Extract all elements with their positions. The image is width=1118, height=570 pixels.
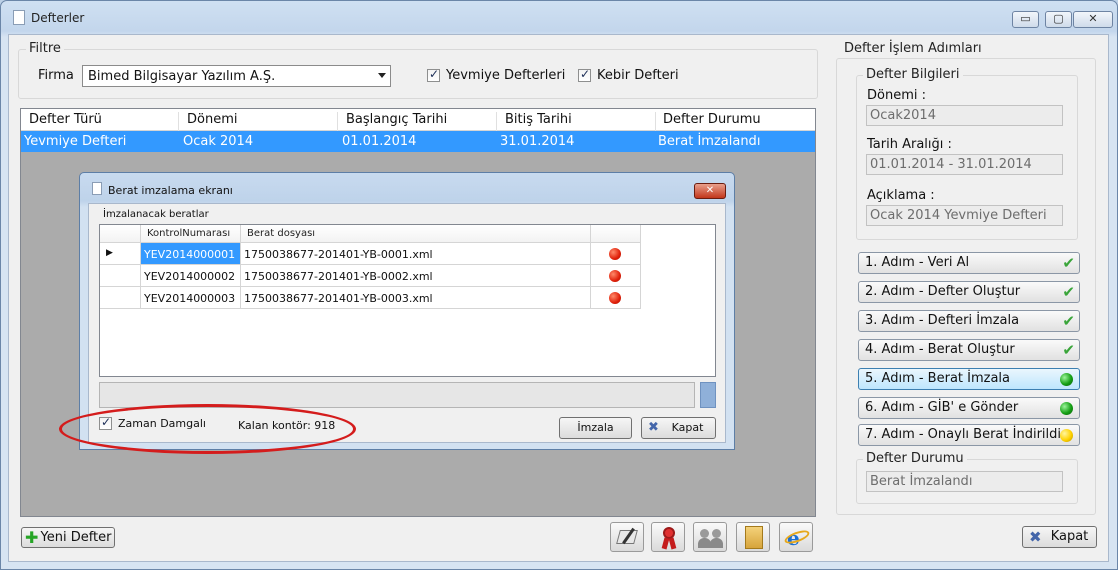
kebir-label: Kebir Defteri: [597, 68, 679, 83]
firma-select[interactable]: Bimed Bilgisayar Yazılım A.Ş.: [82, 65, 391, 87]
yevmiye-label: Yevmiye Defterleri: [446, 68, 566, 83]
steps-group-title: Defter İşlem Adımları: [841, 41, 985, 56]
ledger-sign-icon[interactable]: [610, 522, 644, 552]
file-cell[interactable]: 1750038677-201401-YB-0001.xml: [241, 243, 591, 265]
donemi-label: Dönemi :: [867, 88, 926, 103]
status-red-icon: [609, 292, 621, 304]
check-icon: ✔: [1062, 341, 1075, 359]
folder-icon[interactable]: [736, 522, 770, 552]
table-row[interactable]: Yevmiye Defteri Ocak 2014 01.01.2014 31.…: [21, 131, 815, 152]
table-cell: 01.01.2014: [342, 134, 417, 149]
check-icon: ✔: [1062, 312, 1075, 330]
minimize-button[interactable]: ▭: [1012, 11, 1039, 28]
step-7-button[interactable]: 7. Adım - Onaylı Berat İndirildi: [858, 424, 1080, 446]
window-icon: [13, 10, 25, 25]
close-x-icon: ✖: [1029, 528, 1042, 546]
dialog-close-label: Kapat: [671, 421, 704, 434]
status-red-icon: [609, 248, 621, 260]
plus-icon: ✚: [25, 528, 39, 547]
control-cell[interactable]: YEV2014000001: [141, 243, 241, 265]
green-status-icon: [1060, 402, 1073, 415]
tarih-label: Tarih Aralığı :: [867, 137, 952, 152]
sign-button[interactable]: İmzala: [559, 417, 632, 439]
step-5-button[interactable]: 5. Adım - Berat İmzala: [858, 368, 1080, 390]
col-header[interactable]: Başlangıç Tarihi: [346, 112, 447, 127]
users-icon[interactable]: [693, 522, 727, 552]
row-selector[interactable]: [100, 265, 141, 287]
grid-header: Defter Türü Dönemi Başlangıç Tarihi Biti…: [21, 109, 815, 134]
new-defter-button[interactable]: ✚ Yeni Defter: [21, 527, 115, 548]
step-6-button[interactable]: 6. Adım - GİB' e Gönder: [858, 397, 1080, 419]
table-cell: Berat İmzalandı: [658, 134, 761, 149]
durum-group-title: Defter Durumu: [863, 451, 967, 466]
firma-label: Firma: [38, 68, 74, 83]
chevron-down-icon: [378, 73, 386, 78]
status-cell: [591, 287, 641, 309]
status-cell: [591, 265, 641, 287]
table-cell: 31.01.2014: [500, 134, 575, 149]
col-header-status[interactable]: [591, 225, 641, 243]
step-3-button[interactable]: 3. Adım - Defteri İmzala ✔: [858, 310, 1080, 332]
dialog-close-action-button[interactable]: ✖ Kapat: [641, 417, 716, 439]
dialog-icon: [92, 182, 102, 195]
internet-explorer-icon[interactable]: e: [779, 522, 813, 552]
col-header[interactable]: Berat dosyası: [241, 225, 591, 243]
yevmiye-checkbox[interactable]: [427, 67, 440, 82]
title-bar: Defterler ▭ ▢ ✕: [1, 1, 1117, 35]
green-status-icon: [1060, 373, 1073, 386]
kebir-checkbox[interactable]: [578, 67, 591, 82]
list-label: İmzalanacak beratlar: [103, 209, 209, 220]
col-header[interactable]: Dönemi: [187, 112, 237, 127]
yellow-status-icon: [1060, 429, 1073, 442]
file-cell[interactable]: 1750038677-201401-YB-0002.xml: [241, 265, 591, 287]
control-cell[interactable]: YEV2014000002: [141, 265, 241, 287]
check-icon: ✔: [1062, 254, 1075, 272]
durum-field: Berat İmzalandı: [866, 471, 1063, 492]
table-cell: Ocak 2014: [183, 134, 254, 149]
close-x-icon: ✖: [648, 420, 659, 435]
status-cell: [591, 243, 641, 265]
dialog-close-button[interactable]: ✕: [694, 183, 726, 199]
progress-scroll[interactable]: [700, 382, 716, 408]
aciklama-field: Ocak 2014 Yevmiye Defteri: [866, 205, 1063, 226]
col-header[interactable]: Bitiş Tarihi: [505, 112, 572, 127]
file-cell[interactable]: 1750038677-201401-YB-0003.xml: [241, 287, 591, 309]
row-selector[interactable]: ▶: [100, 243, 141, 265]
award-icon[interactable]: [651, 522, 685, 552]
berat-grid: KontrolNumarası Berat dosyası ▶ YEV20140…: [99, 224, 716, 377]
table-cell: Yevmiye Defteri: [24, 134, 127, 149]
row-selector[interactable]: [100, 287, 141, 309]
row-header-corner: [100, 225, 141, 243]
check-icon: ✔: [1062, 283, 1075, 301]
main-close-button[interactable]: ✖ Kapat: [1022, 526, 1097, 548]
tarih-field: 01.01.2014 - 31.01.2014: [866, 154, 1063, 175]
close-window-button[interactable]: ✕: [1073, 11, 1113, 28]
status-red-icon: [609, 270, 621, 282]
step-2-button[interactable]: 2. Adım - Defter Oluştur ✔: [858, 281, 1080, 303]
aciklama-label: Açıklama :: [867, 188, 935, 203]
filter-group-title: Filtre: [26, 41, 64, 56]
control-cell[interactable]: YEV2014000003: [141, 287, 241, 309]
col-header[interactable]: KontrolNumarası: [141, 225, 241, 243]
dialog-title: Berat imzalama ekranı: [108, 184, 233, 197]
current-row-icon: ▶: [106, 248, 113, 258]
info-group-title: Defter Bilgileri: [863, 67, 963, 82]
firma-select-value: Bimed Bilgisayar Yazılım A.Ş.: [88, 69, 276, 84]
step-1-button[interactable]: 1. Adım - Veri Al ✔: [858, 252, 1080, 274]
highlight-ellipse: [59, 404, 356, 454]
donemi-field: Ocak2014: [866, 105, 1063, 126]
col-header[interactable]: Defter Türü: [29, 112, 102, 127]
maximize-button[interactable]: ▢: [1045, 11, 1072, 28]
step-4-button[interactable]: 4. Adım - Berat Oluştur ✔: [858, 339, 1080, 361]
window-title: Defterler: [31, 11, 85, 25]
col-header[interactable]: Defter Durumu: [663, 112, 761, 127]
